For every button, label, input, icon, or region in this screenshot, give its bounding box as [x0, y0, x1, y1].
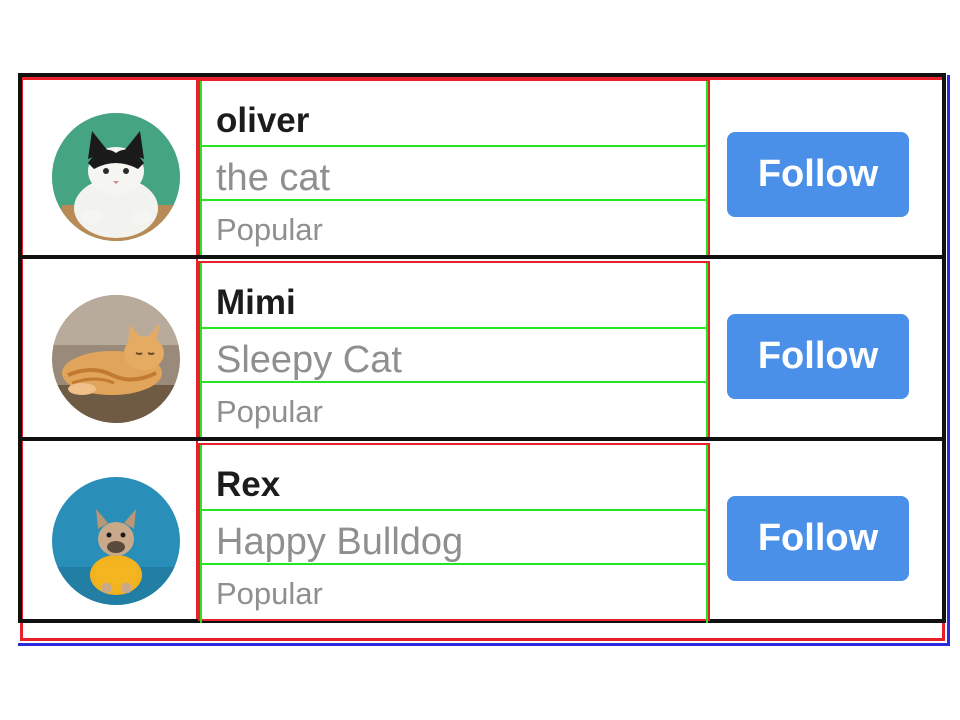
- follow-button[interactable]: Follow: [727, 496, 909, 581]
- avatar-cell: [22, 259, 198, 437]
- avatar: [52, 295, 180, 423]
- user-name: oliver: [200, 81, 708, 147]
- follow-button[interactable]: Follow: [727, 132, 909, 217]
- user-info: Rex Happy Bulldog Popular: [198, 443, 710, 623]
- list-item: Mimi Sleepy Cat Popular Follow: [18, 255, 946, 441]
- user-subtitle: Happy Bulldog: [200, 509, 708, 565]
- cat-avatar-image: [52, 295, 180, 423]
- user-tag: Popular: [200, 381, 708, 441]
- user-list: oliver the cat Popular Follow Mimi Sleep…: [18, 73, 946, 623]
- follow-button[interactable]: Follow: [727, 314, 909, 399]
- avatar-cell: [22, 441, 198, 619]
- dog-avatar-image: [52, 477, 180, 605]
- avatar-cell: [22, 77, 198, 255]
- user-info: Mimi Sleepy Cat Popular: [198, 261, 710, 441]
- list-item: Rex Happy Bulldog Popular Follow: [18, 437, 946, 623]
- list-item: oliver the cat Popular Follow: [18, 73, 946, 259]
- user-subtitle: the cat: [200, 145, 708, 201]
- cat-avatar-image: [52, 113, 180, 241]
- user-name: Mimi: [200, 263, 708, 329]
- user-tag: Popular: [200, 563, 708, 623]
- user-info: oliver the cat Popular: [198, 79, 710, 259]
- user-name: Rex: [200, 445, 708, 511]
- user-subtitle: Sleepy Cat: [200, 327, 708, 383]
- user-tag: Popular: [200, 199, 708, 259]
- avatar: [52, 477, 180, 605]
- avatar: [52, 113, 180, 241]
